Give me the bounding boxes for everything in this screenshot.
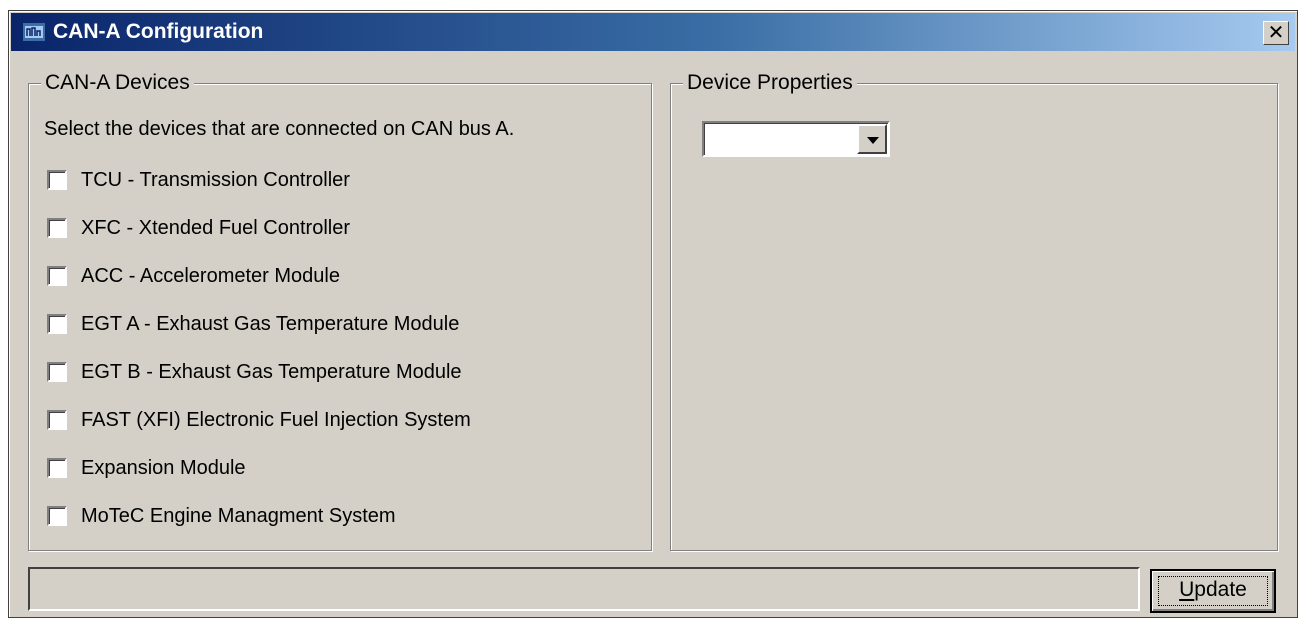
device-checkbox[interactable] [47,410,67,430]
devices-instruction: Select the devices that are connected on… [44,118,515,140]
device-checkbox[interactable] [47,506,67,526]
device-checkbox-label[interactable]: Expansion Module [81,455,246,481]
update-button[interactable]: Update [1150,569,1276,613]
device-checkbox-label[interactable]: XFC - Xtended Fuel Controller [81,215,350,241]
status-field [28,567,1140,611]
device-properties-legend: Device Properties [683,71,857,95]
dropdown-button[interactable] [857,124,887,154]
device-checkbox[interactable] [47,314,67,334]
device-checkbox-label[interactable]: ACC - Accelerometer Module [81,263,340,289]
can-a-devices-legend: CAN-A Devices [41,71,194,95]
can-a-configuration-dialog: CAN-A Configuration ✕ CAN-A Devices Sele… [8,10,1298,618]
close-button[interactable]: ✕ [1263,21,1289,45]
device-checkbox[interactable] [47,266,67,286]
can-a-devices-group: CAN-A Devices Select the devices that ar… [28,71,652,551]
update-button-label: Update [1179,578,1247,601]
device-checkbox-label[interactable]: EGT B - Exhaust Gas Temperature Module [81,359,462,385]
device-properties-group: Device Properties [670,71,1278,551]
device-select-dropdown[interactable] [702,121,890,157]
device-checkbox-label[interactable]: MoTeC Engine Managment System [81,503,396,529]
app-icon [23,23,45,41]
device-checkbox[interactable] [47,218,67,238]
device-checkbox-label[interactable]: FAST (XFI) Electronic Fuel Injection Sys… [81,407,471,433]
device-checkbox[interactable] [47,362,67,382]
window-title: CAN-A Configuration [53,20,264,43]
chevron-down-icon [867,137,879,144]
device-checkbox-label[interactable]: EGT A - Exhaust Gas Temperature Module [81,311,459,337]
device-checkbox-label[interactable]: TCU - Transmission Controller [81,167,350,193]
device-checkbox[interactable] [47,458,67,478]
device-checkbox[interactable] [47,170,67,190]
title-bar: CAN-A Configuration ✕ [11,13,1295,51]
close-icon: ✕ [1267,20,1285,44]
